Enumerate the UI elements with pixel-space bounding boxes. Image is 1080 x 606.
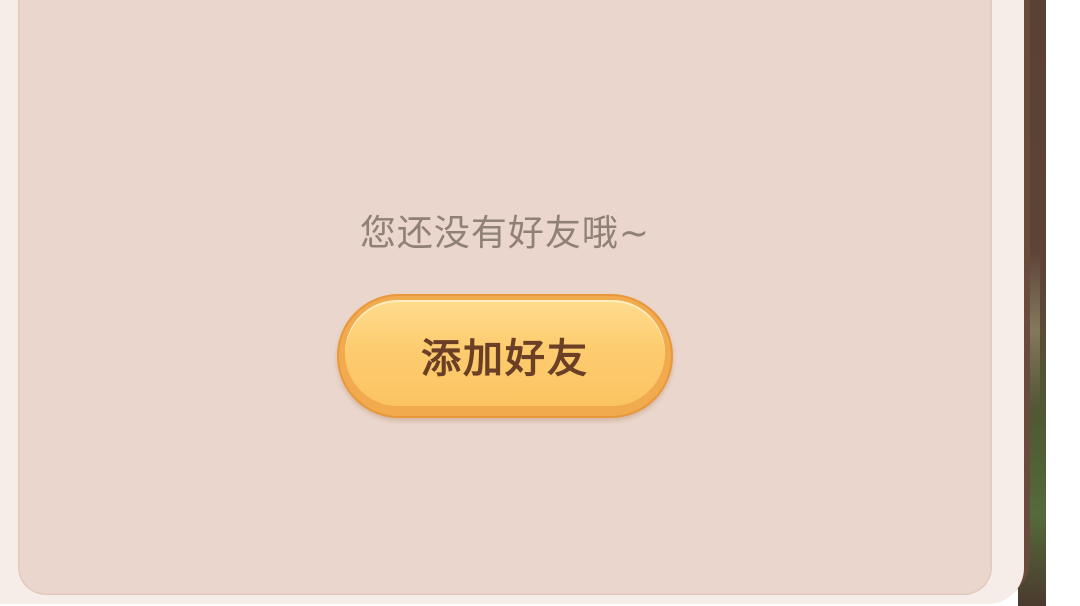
screen-edge <box>1046 0 1080 606</box>
empty-friends-message: 您还没有好友哦~ <box>359 213 651 254</box>
add-friend-button[interactable]: 添加好友 <box>337 294 673 418</box>
add-friend-button-label: 添加好友 <box>421 336 589 382</box>
game-screen: 您还没有好友哦~ 添加好友 <box>0 0 1080 606</box>
